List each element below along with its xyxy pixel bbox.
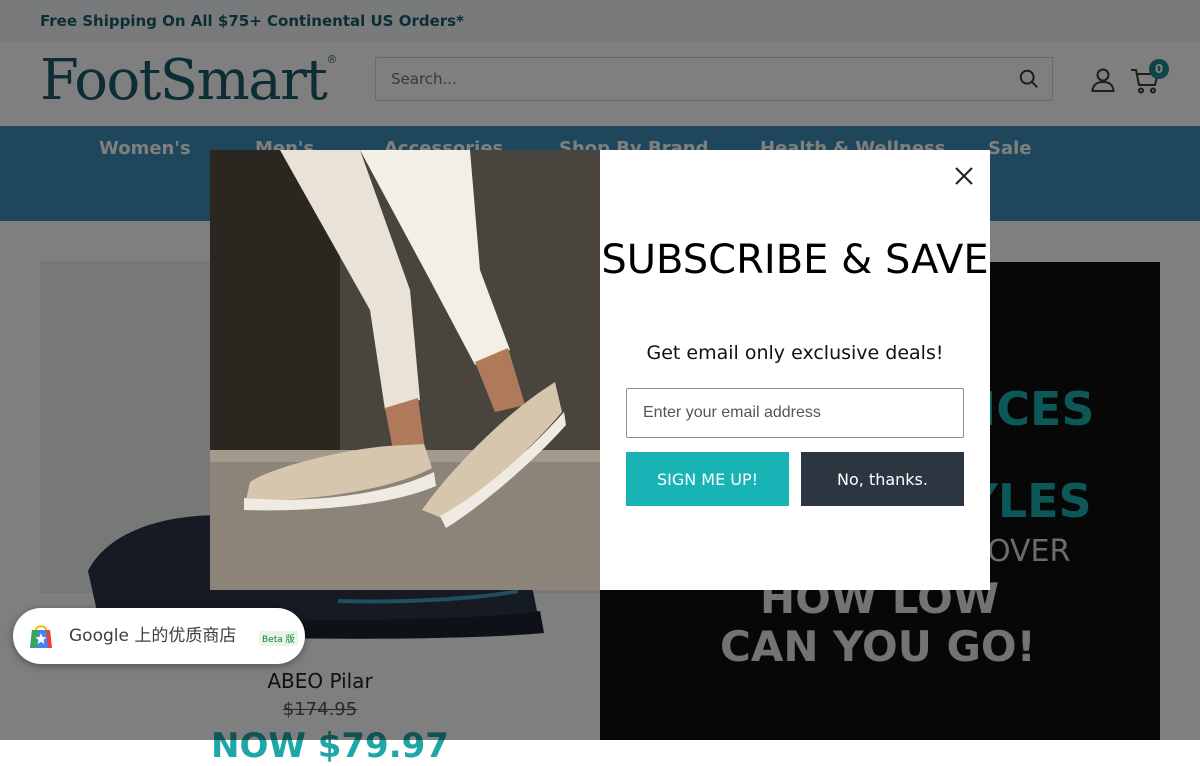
modal-subtitle: Get email only exclusive deals! bbox=[646, 342, 944, 364]
close-icon[interactable] bbox=[950, 162, 978, 190]
no-thanks-button[interactable]: No, thanks. bbox=[801, 452, 964, 506]
subscribe-modal: SUBSCRIBE & SAVE Get email only exclusiv… bbox=[210, 150, 990, 590]
shopping-bag-icon bbox=[30, 625, 52, 648]
modal-hero-image bbox=[210, 150, 600, 590]
beta-badge: Beta 版 bbox=[259, 631, 298, 646]
google-store-badge[interactable]: Google 上的优质商店 Beta 版 bbox=[13, 608, 305, 664]
modal-title: SUBSCRIBE & SAVE bbox=[601, 237, 989, 283]
sign-up-button[interactable]: SIGN ME UP! bbox=[626, 452, 789, 506]
google-store-text: Google 上的优质商店 bbox=[69, 626, 237, 646]
email-field[interactable] bbox=[626, 388, 964, 438]
